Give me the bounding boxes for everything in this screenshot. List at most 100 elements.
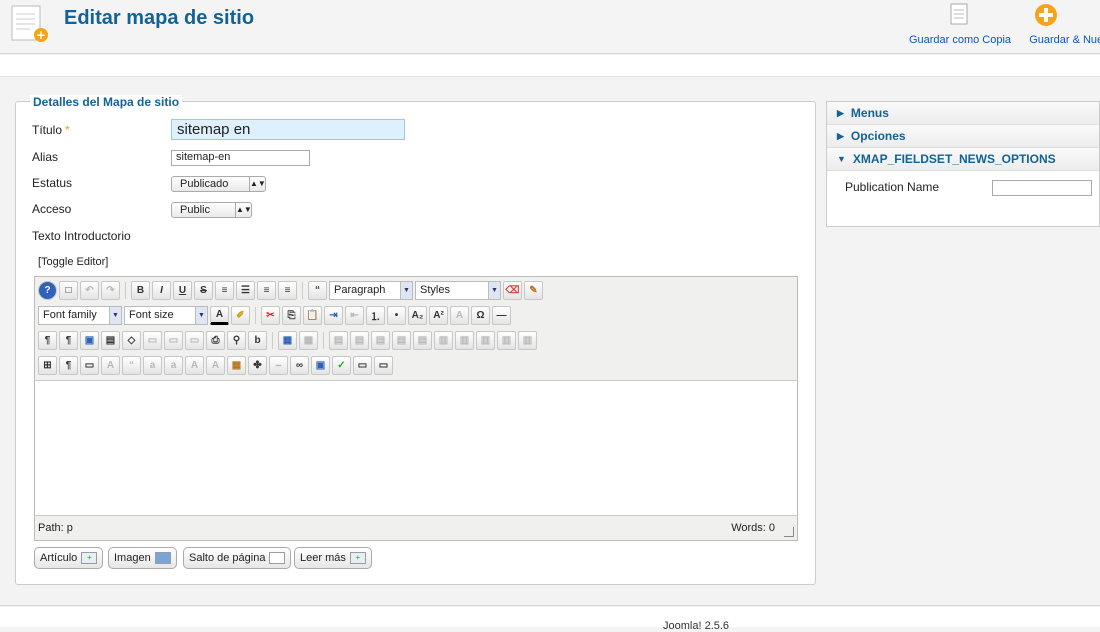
del-icon[interactable]: A xyxy=(185,355,204,375)
font-family-label: Font family xyxy=(43,309,97,321)
rtl-icon[interactable]: ¶ xyxy=(59,330,78,350)
attribs-icon[interactable]: ▦ xyxy=(227,355,246,375)
bullet-list-icon[interactable]: • xyxy=(387,305,406,325)
styles-select[interactable]: Styles ▼ xyxy=(415,280,501,300)
redo-icon[interactable]: ↷ xyxy=(101,280,120,300)
layer-icon[interactable]: ⊞ xyxy=(38,355,57,375)
resize-handle[interactable] xyxy=(784,527,794,537)
cleanup-brush-icon[interactable]: ✎ xyxy=(524,280,543,300)
insert-image-button[interactable]: Imagen xyxy=(108,547,177,569)
image-icon[interactable]: ▣ xyxy=(311,355,330,375)
replace-icon[interactable]: b xyxy=(248,330,267,350)
status-select[interactable]: Publicado ▲▼ xyxy=(171,176,266,192)
media-icon[interactable]: ▣ xyxy=(80,330,99,350)
italic-icon[interactable]: I xyxy=(152,280,171,300)
element-path[interactable]: Path: p xyxy=(38,522,73,534)
insert-col-before-icon[interactable]: ▥ xyxy=(434,330,453,350)
bold-icon[interactable]: B xyxy=(131,280,150,300)
table-icon[interactable]: ▦ xyxy=(278,330,297,350)
publication-name-label: Publication Name xyxy=(845,180,940,194)
eraser-icon[interactable]: ⌫ xyxy=(503,280,522,300)
row-props-icon[interactable]: ▤ xyxy=(329,330,348,350)
visual-aid-icon[interactable]: ▭ xyxy=(164,330,183,350)
paste-icon[interactable]: 📋 xyxy=(303,305,322,325)
publication-name-input[interactable] xyxy=(992,180,1092,196)
template-icon[interactable]: ▭ xyxy=(143,330,162,350)
news-options-panel-header[interactable]: ▼ XMAP_FIELDSET_NEWS_OPTIONS xyxy=(827,148,1099,171)
horizontal-rule-icon[interactable]: — xyxy=(492,305,511,325)
absolute-icon[interactable]: ▭ xyxy=(80,355,99,375)
strikethrough-icon[interactable]: S xyxy=(194,280,213,300)
read-more-label: Leer más xyxy=(300,552,346,564)
underline-icon[interactable]: U xyxy=(173,280,192,300)
dropdown-arrow-icon: ▼ xyxy=(400,281,412,299)
highlight-color-icon[interactable]: ✐ xyxy=(231,305,250,325)
new-document-icon[interactable]: □ xyxy=(59,280,78,300)
merge-cells-icon[interactable]: ▥ xyxy=(518,330,537,350)
ltr-icon[interactable]: ¶ xyxy=(38,330,57,350)
page-break-button[interactable]: Salto de página xyxy=(183,547,292,569)
editor-content-area[interactable] xyxy=(35,381,797,515)
font-size-select[interactable]: Font size ▼ xyxy=(124,305,208,325)
toggle-editor-link[interactable]: [Toggle Editor] xyxy=(38,256,108,268)
paragraph-select[interactable]: Paragraph ▼ xyxy=(329,280,413,300)
abbr-icon[interactable]: a xyxy=(143,355,162,375)
split-cells-icon[interactable]: ▥ xyxy=(497,330,516,350)
cell-props-icon[interactable]: ▤ xyxy=(350,330,369,350)
insert-article-button[interactable]: Artículo + xyxy=(34,547,104,569)
remove-format-icon[interactable]: A xyxy=(450,305,469,325)
access-select[interactable]: Public ▲▼ xyxy=(171,202,252,218)
style-props-icon[interactable]: A xyxy=(101,355,120,375)
cite-icon[interactable]: “ xyxy=(122,355,141,375)
read-more-button[interactable]: Leer más + xyxy=(294,547,372,569)
align-justify-icon[interactable]: ≡ xyxy=(215,280,234,300)
separator xyxy=(125,281,126,299)
special-character-icon[interactable]: Ω xyxy=(471,305,490,325)
insert-row-after-icon[interactable]: ▤ xyxy=(392,330,411,350)
alias-input[interactable]: sitemap-en xyxy=(171,150,310,166)
save-and-new-button[interactable]: Guardar & Nuevo xyxy=(1022,2,1100,46)
code-icon[interactable]: ◇ xyxy=(122,330,141,350)
show-blocks-icon[interactable]: ¶ xyxy=(59,355,78,375)
insert-layout-icon[interactable]: ▭ xyxy=(374,355,393,375)
print-icon[interactable]: ⎙ xyxy=(206,330,225,350)
link-icon[interactable]: ∞ xyxy=(290,355,309,375)
undo-icon[interactable]: ↶ xyxy=(80,280,99,300)
options-panel-header[interactable]: ▶ Opciones xyxy=(827,125,1099,148)
help-icon[interactable]: ? xyxy=(38,280,57,300)
preview-icon[interactable]: ▭ xyxy=(185,330,204,350)
cut-icon[interactable]: ✂ xyxy=(261,305,280,325)
menus-panel-header[interactable]: ▶ Menus xyxy=(827,102,1099,125)
paragraph-select-label: Paragraph xyxy=(334,284,386,296)
search-replace-icon[interactable]: ⚲ xyxy=(227,330,246,350)
title-input[interactable]: sitemap en xyxy=(171,119,405,140)
superscript-icon[interactable]: A² xyxy=(429,305,448,325)
align-right-icon[interactable]: ≡ xyxy=(278,280,297,300)
align-left-icon[interactable]: ≡ xyxy=(257,280,276,300)
page-break-icon[interactable]: ⎯ xyxy=(269,355,288,375)
text-color-icon[interactable]: A xyxy=(210,305,229,325)
fullscreen-icon[interactable]: ▭ xyxy=(353,355,372,375)
insert-row-before-icon[interactable]: ▤ xyxy=(371,330,390,350)
ins-icon[interactable]: A xyxy=(206,355,225,375)
align-center-icon[interactable]: ☰ xyxy=(236,280,255,300)
delete-row-icon[interactable]: ▤ xyxy=(413,330,432,350)
subscript-icon[interactable]: A₂ xyxy=(408,305,427,325)
outdent-icon[interactable]: ⇤ xyxy=(345,305,364,325)
article-icon: + xyxy=(81,552,98,564)
non-breaking-icon[interactable]: ✤ xyxy=(248,355,267,375)
spellcheck-icon[interactable]: ✓ xyxy=(332,355,351,375)
insert-file-icon[interactable]: ▤ xyxy=(101,330,120,350)
indent-icon[interactable]: ⇥ xyxy=(324,305,343,325)
insert-col-after-icon[interactable]: ▥ xyxy=(455,330,474,350)
delete-col-icon[interactable]: ▥ xyxy=(476,330,495,350)
blockquote-icon[interactable]: “ xyxy=(308,280,327,300)
acronym-icon[interactable]: a xyxy=(164,355,183,375)
numbered-list-icon[interactable]: ⒈ xyxy=(366,305,385,325)
save-as-copy-button[interactable]: Guardar como Copia xyxy=(905,2,1015,46)
copy-text-icon[interactable]: ⎘ xyxy=(282,305,301,325)
toolbar-row-1: ? □ ↶ ↷ B I U S ≡ ☰ ≡ ≡ “ Paragraph ▼ St… xyxy=(38,278,543,302)
delete-table-icon[interactable]: ▦ xyxy=(299,330,318,350)
access-value: Public xyxy=(180,204,210,216)
font-family-select[interactable]: Font family ▼ xyxy=(38,305,122,325)
